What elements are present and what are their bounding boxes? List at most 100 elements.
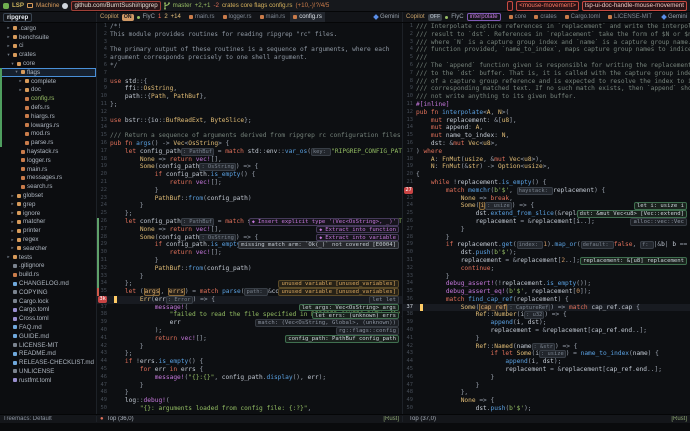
tree-item[interactable]: Cargo.lock — [0, 297, 96, 306]
code-line[interactable]: 34 debug_assert!(!replacement.is_empty()… — [403, 280, 690, 288]
tree-item[interactable]: main.rs — [0, 165, 96, 174]
minibuffer[interactable] — [0, 423, 690, 431]
code-line[interactable]: 12 — [97, 109, 402, 117]
tab-Cargo.toml[interactable]: Cargo.toml — [562, 12, 603, 22]
code-action[interactable]: Extract into variable — [316, 234, 399, 242]
code-line[interactable]: 48 } — [97, 389, 402, 397]
code-line[interactable]: 28 } — [403, 234, 690, 242]
code-line[interactable]: 49 None => { — [403, 397, 690, 405]
tree-item[interactable]: .gitignore — [0, 262, 96, 271]
code-line[interactable]: 14 — [97, 124, 402, 132]
code-line[interactable]: 7/// to the `dst` buffer. That is, it is… — [403, 70, 690, 78]
diagnostic-badge[interactable]: 3k — [98, 296, 107, 303]
code-line[interactable]: 38 Ref::Number(i: u32) => { — [403, 311, 690, 319]
repo-name[interactable]: github.com/BurntSushi/ripgrep — [71, 1, 160, 11]
code-line[interactable]: 12pub fn interpolate<A, N>( — [403, 109, 690, 117]
editor-pane-right[interactable]: 1/// Interpolate capture references in `… — [402, 23, 690, 414]
assistant-indicator[interactable]: Gemini — [374, 14, 399, 20]
code-line[interactable]: 20{ — [403, 171, 690, 179]
tree-item[interactable]: logger.rs — [0, 156, 96, 165]
tree-item[interactable]: CHANGELOG.md — [0, 279, 96, 288]
code-line[interactable]: 22 } — [97, 187, 402, 195]
code-line[interactable]: 36 Err(err: Error) => { — [97, 296, 402, 304]
code-line[interactable]: 33 } — [403, 273, 690, 281]
code-line[interactable]: 3 — [97, 39, 402, 47]
code-action[interactable]: Extract into function — [316, 226, 399, 234]
code-line[interactable]: 14 mut append: A, — [403, 124, 690, 132]
code-line[interactable]: 29 if replacement.get(index: 1).map_or(d… — [403, 241, 690, 249]
tree-item[interactable]: ▸globset — [0, 191, 96, 200]
code-line[interactable]: 11}; — [97, 101, 402, 109]
tab-core[interactable]: core — [506, 12, 530, 22]
error-count[interactable]: 1 — [158, 14, 161, 20]
code-line[interactable]: 50 dst.push(b'$'); — [403, 405, 690, 413]
code-line[interactable]: 45 replacement = &replacement[cap_ref.en… — [403, 366, 690, 374]
code-line[interactable]: 10/// not write anything to its given bu… — [403, 93, 690, 101]
code-line[interactable]: 25 }; — [97, 210, 402, 218]
diagnostic-badge[interactable]: 27 — [404, 187, 413, 194]
code-line[interactable]: 23 None => break, — [403, 195, 690, 203]
code-line[interactable]: 49 log::debug!( — [97, 397, 402, 405]
tab-main.rs[interactable]: main.rs — [257, 12, 289, 22]
code-line[interactable]: 3/// where `N` is a capture group index … — [403, 39, 690, 47]
tree-item[interactable]: GUIDE.md — [0, 332, 96, 341]
copilot-toggle[interactable]: ON — [122, 14, 134, 21]
code-line[interactable]: 9 ffi::OsString, — [97, 85, 402, 93]
tree-item[interactable]: COPYING — [0, 288, 96, 297]
tab-main.rs[interactable]: main.rs — [186, 12, 218, 22]
tree-item[interactable]: build.rs — [0, 270, 96, 279]
code-action[interactable]: Insert explicit type '(Vec<OsString>, _)… — [249, 218, 399, 226]
code-line[interactable]: 8use std::{ — [97, 78, 402, 86]
warning-count[interactable]: 2 — [164, 14, 167, 20]
code-line[interactable]: 35 debug_assert_eq!(b'$', replacement[0]… — [403, 288, 690, 296]
code-line[interactable]: 30 return vec![]; — [97, 249, 402, 257]
code-line[interactable]: 40 replacement = &replacement[cap_ref.en… — [403, 327, 690, 335]
code-line[interactable]: 13use bstr::{io::BufReadExt, ByteSlice}; — [97, 117, 402, 125]
code-line[interactable]: 43 }; — [97, 350, 402, 358]
tree-item[interactable]: haystack.rs — [0, 147, 96, 156]
tree-item[interactable]: defs.rs — [0, 103, 96, 112]
code-line[interactable]: 10 path::{Path, PathBuf}, — [97, 93, 402, 101]
tab-LICENSE-MIT[interactable]: LICENSE-MIT — [605, 12, 655, 22]
code-line[interactable]: 1/*! — [97, 23, 402, 31]
tree-item[interactable]: messages.rs — [0, 174, 96, 183]
tree-item[interactable]: ▸complete — [0, 77, 96, 86]
tree-item[interactable]: hiargs.rs — [0, 112, 96, 121]
tree-item[interactable]: ▸searcher — [0, 244, 96, 253]
tree-item[interactable]: ▸ignore — [0, 209, 96, 218]
assistant-indicator[interactable]: Gemini — [662, 14, 687, 20]
code-line[interactable]: 18 A: FnMut(usize, &mut Vec<u8>), — [403, 156, 690, 164]
tree-item[interactable]: ▸ci — [0, 42, 96, 51]
tree-item[interactable]: Cross.toml — [0, 314, 96, 323]
code-line[interactable]: 9/// corresponding matched text. If no s… — [403, 85, 690, 93]
tree-item[interactable]: ▸grep — [0, 200, 96, 209]
code-line[interactable]: 13 mut replacement: &[u8], — [403, 117, 690, 125]
code-line[interactable]: 8/// of a capture group reference and is… — [403, 78, 690, 86]
tree-item[interactable]: ▸matcher — [0, 218, 96, 227]
tree-item[interactable]: ▸printer — [0, 226, 96, 235]
tree-item[interactable]: lowargs.rs — [0, 121, 96, 130]
code-line[interactable]: 5argument corresponds precisely to one s… — [97, 54, 402, 62]
tree-item[interactable]: RELEASE-CHECKLIST.md — [0, 358, 96, 367]
code-line[interactable]: 4The primary output of these routines is… — [97, 46, 402, 54]
code-line[interactable]: 27 } — [403, 226, 690, 234]
code-line[interactable]: 1/// Interpolate capture references in `… — [403, 23, 690, 31]
code-line[interactable]: 33 } — [97, 273, 402, 281]
tree-item[interactable]: ▾core — [0, 59, 96, 68]
code-line[interactable]: 24 } — [97, 202, 402, 210]
tree-item[interactable]: ▸tests — [0, 253, 96, 262]
editor-pane-left[interactable]: 1/*!2This module provides routines for r… — [97, 23, 402, 414]
tree-item[interactable]: parse.rs — [0, 138, 96, 147]
tree-item[interactable]: FAQ.md — [0, 323, 96, 332]
tree-item[interactable]: Cargo.toml — [0, 306, 96, 315]
code-line[interactable]: 46 message!("{}:{}", config_path.display… — [97, 374, 402, 382]
code-line[interactable]: 20 if config_path.is_empty() { — [97, 171, 402, 179]
copilot-toggle[interactable]: OFF — [428, 14, 443, 21]
code-line[interactable]: 21 while !replacement.is_empty() { — [403, 179, 690, 187]
code-line[interactable]: 15 mut name_to_index: N, — [403, 132, 690, 140]
project-title[interactable]: ripgrep — [3, 13, 32, 22]
tree-item[interactable]: LICENSE-MIT — [0, 341, 96, 350]
code-line[interactable]: 42 Ref::Named(name: &str) => { — [403, 343, 690, 351]
tree-item[interactable]: ▾crates — [0, 50, 96, 59]
code-line[interactable]: 7 — [97, 70, 402, 78]
